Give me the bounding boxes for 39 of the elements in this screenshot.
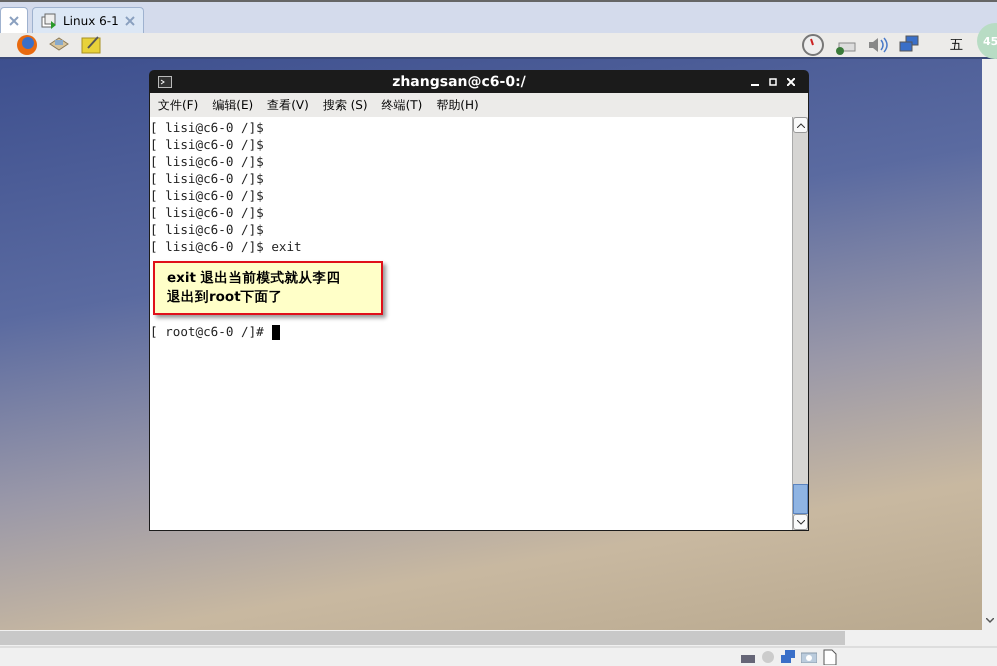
notepad-icon[interactable] xyxy=(80,34,102,56)
terminal-line: [ lisi@c6-0 /]$ exit xyxy=(150,238,303,255)
menu-item[interactable]: 文件(F) xyxy=(158,96,198,114)
terminal-line: [ lisi@c6-0 /]$ xyxy=(150,119,265,136)
caret-down-icon xyxy=(796,520,804,524)
terminal-line: [ lisi@c6-0 /]$ xyxy=(150,187,265,204)
document-icon[interactable] xyxy=(823,649,837,665)
menu-item[interactable]: 终端(T) xyxy=(382,96,422,114)
terminal-line: [ lisi@c6-0 /]$ xyxy=(150,204,265,221)
caret-up-icon xyxy=(796,122,804,128)
terminal-line: [ lisi@c6-0 /]$ xyxy=(150,170,265,187)
scroll-thumb[interactable] xyxy=(793,484,808,514)
vm-icon xyxy=(41,12,57,28)
text-cursor xyxy=(272,325,280,340)
menu-item[interactable]: 编辑(E) xyxy=(212,96,254,114)
scroll-down-button[interactable] xyxy=(793,514,808,530)
tab-label: Linux 6-1 xyxy=(63,14,119,28)
vm-tab[interactable]: Linux 6-1 xyxy=(32,7,144,33)
terminal-icon xyxy=(158,76,172,88)
terminal-line: [ lisi@c6-0 /]$ xyxy=(150,221,265,238)
camera-icon[interactable] xyxy=(801,651,817,663)
annotation-callout: exit 退出当前模式就从李四 退出到root下面了 xyxy=(153,261,383,315)
input-method-label[interactable]: 五 xyxy=(950,36,963,54)
network-icon[interactable] xyxy=(781,650,795,664)
terminal-line: [ lisi@c6-0 /]$ xyxy=(150,136,265,153)
window-title: zhangsan@c6-0:/ xyxy=(391,74,527,90)
scrollbar[interactable] xyxy=(792,117,808,530)
scroll-up-button[interactable] xyxy=(793,117,808,133)
globe-icon[interactable] xyxy=(16,34,38,56)
gauge-icon[interactable] xyxy=(802,34,824,56)
vm-tab[interactable] xyxy=(0,7,28,33)
maximize-icon[interactable] xyxy=(769,78,777,86)
horizontal-scroll-thumb[interactable] xyxy=(0,631,845,645)
terminal-line: [ root@c6-0 /]# xyxy=(150,324,264,339)
menu-item[interactable]: 查看(V) xyxy=(267,96,309,114)
menu-item[interactable]: 搜索 (S) xyxy=(322,96,368,114)
menu-item[interactable]: 帮助(H) xyxy=(436,96,479,114)
terminal-line: [ lisi@c6-0 /]$ xyxy=(150,153,265,170)
scroll-down-icon[interactable] xyxy=(986,618,994,624)
